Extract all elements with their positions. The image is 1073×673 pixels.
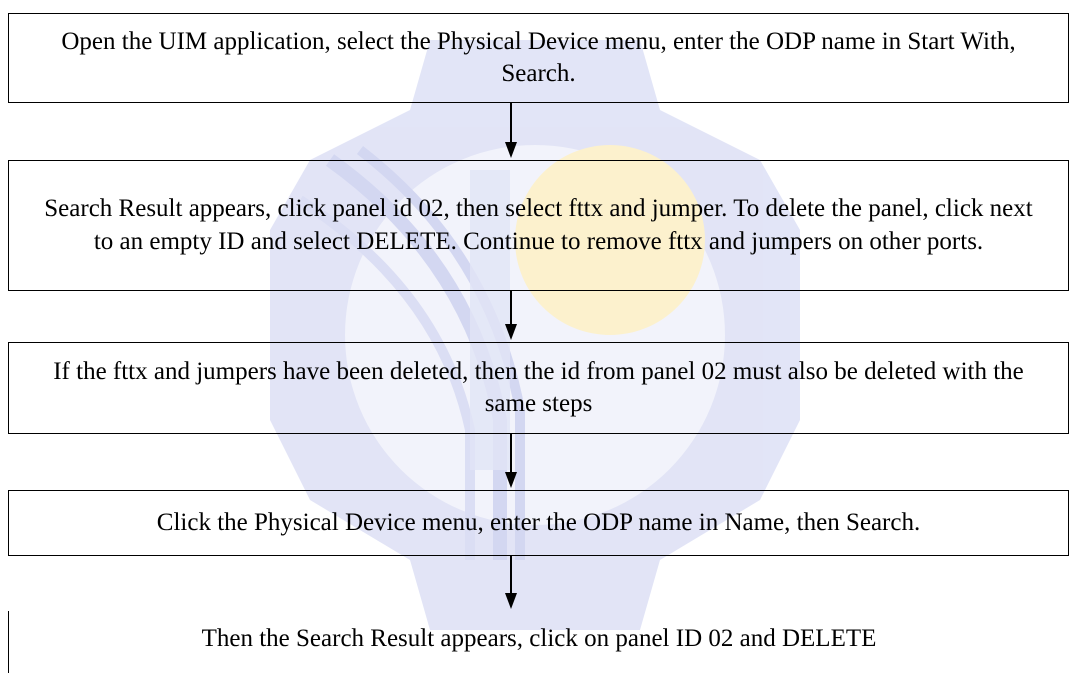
flow-step-4-text: Click the Physical Device menu, enter th… bbox=[156, 508, 921, 536]
down-arrow-icon-3 bbox=[505, 434, 517, 488]
flow-step-5-text: Then the Search Result appears, click on… bbox=[201, 625, 877, 652]
flow-step-4: Click the Physical Device menu, enter th… bbox=[8, 490, 1069, 556]
down-arrow-icon-1 bbox=[505, 103, 517, 158]
flow-step-1-text: Open the UIM application, select the Phy… bbox=[61, 27, 1016, 88]
down-arrow-icon-4 bbox=[505, 556, 517, 609]
flow-step-3: If the fttx and jumpers have been delete… bbox=[8, 342, 1069, 434]
flow-step-3-text: If the fttx and jumpers have been delete… bbox=[53, 357, 1024, 418]
flow-step-2-text: Search Result appears, click panel id 02… bbox=[44, 195, 1033, 255]
down-arrow-icon-2 bbox=[505, 291, 517, 340]
flow-step-5: Then the Search Result appears, click on… bbox=[8, 611, 1069, 673]
flow-step-2: Search Result appears, click panel id 02… bbox=[8, 160, 1069, 291]
flow-step-1: Open the UIM application, select the Phy… bbox=[8, 13, 1069, 103]
